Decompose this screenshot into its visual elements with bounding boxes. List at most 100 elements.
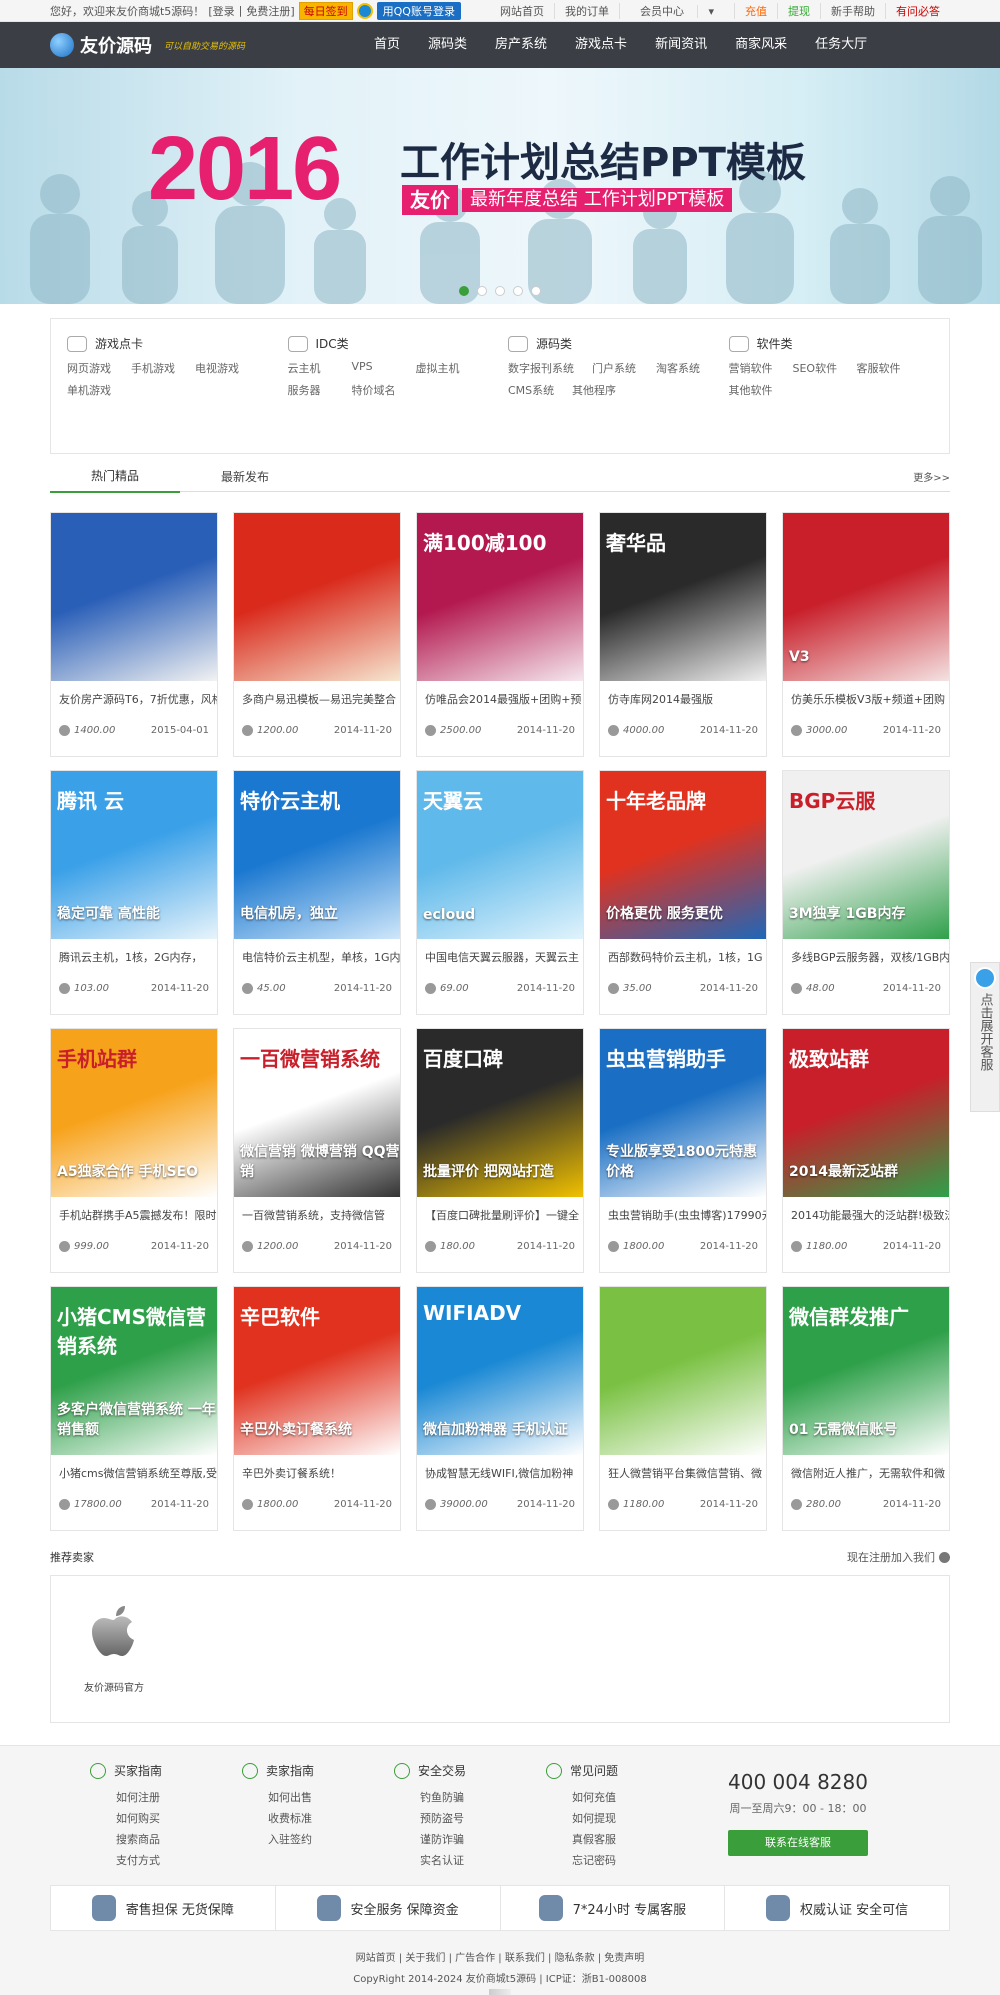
product-name[interactable]: 仿唯品会2014最强版+团购+预 — [417, 681, 583, 721]
top-link-withdraw[interactable]: 提现 — [777, 2, 820, 19]
footer-link[interactable]: 钓鱼防骗 — [394, 1787, 546, 1808]
product-card[interactable]: 奢华品 仿寺库网2014最强版 4000.00 2014-11-20 — [599, 512, 767, 757]
tab-hot[interactable]: 热门精品 — [50, 461, 180, 493]
nav-source[interactable]: 源码类 — [414, 22, 481, 68]
product-thumbnail[interactable]: 辛巴软件 辛巴外卖订餐系统 — [234, 1287, 400, 1455]
login-link[interactable]: [登录 — [208, 3, 234, 19]
nav-games[interactable]: 游戏点卡 — [561, 22, 641, 68]
footer-link[interactable]: 如何充值 — [546, 1787, 698, 1808]
product-card[interactable]: 腾讯 云稳定可靠 高性能 腾讯云主机，1核，2G内存， 103.00 2014-11-… — [50, 770, 218, 1015]
top-link-help[interactable]: 新手帮助 — [820, 2, 885, 19]
product-card[interactable]: 满100减100 仿唯品会2014最强版+团购+预 2500.00 2014-11-2… — [416, 512, 584, 757]
category-title[interactable]: 软件类 — [728, 335, 950, 352]
more-link[interactable]: 更多>> — [913, 469, 950, 484]
product-thumbnail[interactable]: 十年老品牌 价格更优 服务更优 — [600, 771, 766, 939]
product-thumbnail[interactable]: 腾讯 云稳定可靠 高性能 — [51, 771, 217, 939]
nav-news[interactable]: 新闻资讯 — [641, 22, 721, 68]
slider-dot[interactable] — [459, 286, 469, 296]
category-link[interactable]: 数字报刊系统 — [508, 360, 592, 376]
product-name[interactable]: 微信附近人推广，无需软件和微 — [783, 1455, 949, 1495]
category-title[interactable]: IDC类 — [287, 335, 509, 352]
cnzz-stat-icon[interactable] — [489, 1989, 511, 1995]
category-link[interactable]: 营销软件 — [729, 360, 793, 376]
product-card[interactable]: 微信群发推广 01 无需微信账号 微信附近人推广，无需软件和微 280.00 2014-… — [782, 1286, 950, 1531]
top-link-qa[interactable]: 有问必答 — [885, 2, 950, 19]
top-link-orders[interactable]: 我的订单 — [553, 2, 619, 19]
site-logo[interactable]: 友价源码 可以自助交易的源码 — [50, 32, 330, 58]
product-thumbnail[interactable]: 天翼云 ecloud — [417, 771, 583, 939]
category-link[interactable]: 网页游戏 — [67, 360, 131, 376]
footer-link[interactable]: 如何出售 — [242, 1787, 394, 1808]
category-link[interactable]: 单机游戏 — [67, 382, 131, 398]
product-thumbnail[interactable]: 微信群发推广 01 无需微信账号 — [783, 1287, 949, 1455]
slider-dot[interactable] — [531, 286, 541, 296]
category-link[interactable]: 特价域名 — [352, 382, 416, 398]
footer-link[interactable]: 收费标准 — [242, 1808, 394, 1829]
footer-link[interactable]: 支付方式 — [90, 1850, 242, 1871]
product-name[interactable]: 小猪cms微信营销系统至尊版,受 — [51, 1455, 217, 1495]
product-thumbnail[interactable]: 极致站群 2014最新泛站群 — [783, 1029, 949, 1197]
footer-link[interactable]: 如何购买 — [90, 1808, 242, 1829]
product-name[interactable]: 狂人微营销平台集微信营销、微 — [600, 1455, 766, 1495]
product-name[interactable]: 西部数码特价云主机，1核，1G — [600, 939, 766, 979]
category-link[interactable]: 云主机 — [288, 360, 352, 376]
product-name[interactable]: 【百度口碑批量刷评价】一键全 — [417, 1197, 583, 1237]
footer-link[interactable]: 如何提现 — [546, 1808, 698, 1829]
qq-login[interactable]: 用QQ账号登录 — [356, 1, 461, 20]
product-thumbnail[interactable]: WIFIADV 微信加粉神器 手机认证 — [417, 1287, 583, 1455]
product-name[interactable]: 仿寺库网2014最强版 — [600, 681, 766, 721]
register-link[interactable]: 免费注册] — [246, 3, 294, 19]
tab-latest[interactable]: 最新发布 — [180, 462, 310, 492]
nav-merchants[interactable]: 商家风采 — [721, 22, 801, 68]
product-thumbnail[interactable] — [600, 1287, 766, 1455]
category-link[interactable]: 虚拟主机 — [416, 360, 480, 376]
product-name[interactable]: 多线BGP云服务器，双核/1GB内 — [783, 939, 949, 979]
product-card[interactable]: 百度口碑 批量评价 把网站打造 【百度口碑批量刷评价】一键全 180.00 2014-1… — [416, 1028, 584, 1273]
product-thumbnail[interactable]: 小猪CMS微信营销系统 多客户微信营销系统 一年销售额 — [51, 1287, 217, 1455]
category-link[interactable]: 其他软件 — [729, 382, 793, 398]
footer-link[interactable]: 真假客服 — [546, 1829, 698, 1850]
product-thumbnail[interactable]: 百度口碑 批量评价 把网站打造 — [417, 1029, 583, 1197]
category-link[interactable]: SEO软件 — [793, 360, 857, 376]
online-service-button[interactable]: 联系在线客服 — [728, 1830, 868, 1856]
footer-link[interactable]: 实名认证 — [394, 1850, 546, 1871]
customer-service-float[interactable]: 点击展开客服 — [970, 962, 1000, 1112]
product-card[interactable]: 特价云主机 电信机房，独立 电信特价云主机型，单核，1G内 45.00 2014-11-… — [233, 770, 401, 1015]
footer-link[interactable]: 搜索商品 — [90, 1829, 242, 1850]
product-card[interactable]: 狂人微营销平台集微信营销、微 1180.00 2014-11-20 — [599, 1286, 767, 1531]
qq-login-button[interactable]: 用QQ账号登录 — [376, 1, 461, 20]
product-name[interactable]: 中国电信天翼云服器，天翼云主 — [417, 939, 583, 979]
category-link[interactable]: CMS系统 — [508, 382, 572, 398]
category-link[interactable]: 电视游戏 — [195, 360, 259, 376]
product-name[interactable]: 电信特价云主机型，单核，1G内 — [234, 939, 400, 979]
product-card[interactable]: V3 仿美乐乐模板V3版+频道+团购 3000.00 2014-11-20 — [782, 512, 950, 757]
nav-home[interactable]: 首页 — [360, 22, 414, 68]
product-name[interactable]: 虫虫营销助手(虫虫博客)17990元 — [600, 1197, 766, 1237]
product-name[interactable]: 手机站群携手A5震撼发布！限时 — [51, 1197, 217, 1237]
join-link[interactable]: 现在注册加入我们 — [847, 1549, 950, 1565]
top-link-home[interactable]: 网站首页 — [490, 3, 554, 19]
slider-dot[interactable] — [477, 286, 487, 296]
category-link[interactable]: 淘客系统 — [656, 360, 720, 376]
product-thumbnail[interactable]: 一百微营销系统 微信营销 微博营销 QQ营销 — [234, 1029, 400, 1197]
slider-dot[interactable] — [513, 286, 523, 296]
footer-link[interactable]: 入驻签约 — [242, 1829, 394, 1850]
product-thumbnail[interactable]: 虫虫营销助手 专业版享受1800元特惠价格 — [600, 1029, 766, 1197]
slider-dot[interactable] — [495, 286, 505, 296]
product-name[interactable]: 2014功能最强大的泛站群!极致泛 — [783, 1197, 949, 1237]
product-thumbnail[interactable]: 手机站群 A5独家合作 手机SEO — [51, 1029, 217, 1197]
category-link[interactable]: 客服软件 — [857, 360, 921, 376]
product-thumbnail[interactable]: 奢华品 — [600, 513, 766, 681]
footer-link[interactable]: 谨防诈骗 — [394, 1829, 546, 1850]
nav-tasks[interactable]: 任务大厅 — [801, 22, 881, 68]
footer-link[interactable]: 预防盗号 — [394, 1808, 546, 1829]
product-thumbnail[interactable]: BGP云服 3M独享 1GB内存 — [783, 771, 949, 939]
category-link[interactable]: 其他程序 — [572, 382, 636, 398]
category-title[interactable]: 源码类 — [508, 335, 729, 352]
product-card[interactable]: 多商户易迅模板—易迅完美整合 1200.00 2014-11-20 — [233, 512, 401, 757]
product-card[interactable]: 小猪CMS微信营销系统 多客户微信营销系统 一年销售额 小猪cms微信营销系统至尊版… — [50, 1286, 218, 1531]
product-name[interactable]: 腾讯云主机，1核，2G内存， — [51, 939, 217, 979]
product-name[interactable]: 一百微营销系统，支持微信管 — [234, 1197, 400, 1237]
category-link[interactable]: VPS — [352, 360, 416, 376]
product-name[interactable]: 辛巴外卖订餐系统！ — [234, 1455, 400, 1495]
